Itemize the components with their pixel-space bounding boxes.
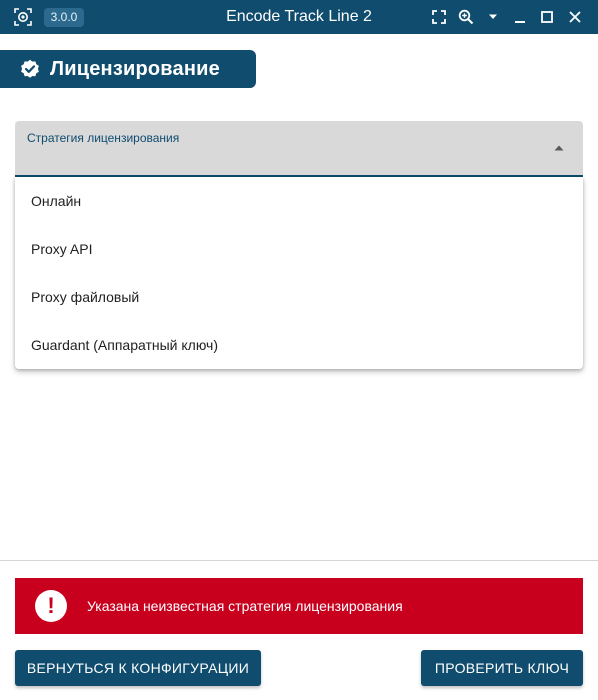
maximize-button[interactable] (534, 0, 560, 34)
check-key-button[interactable]: ПРОВЕРИТЬ КЛЮЧ (421, 650, 583, 686)
section-header: Лицензирование (0, 50, 256, 88)
licensing-strategy-label: Стратегия лицензирования (27, 131, 180, 145)
zoom-button[interactable] (453, 0, 479, 34)
app-logo-icon (14, 8, 32, 26)
error-message: Указана неизвестная стратегия лицензиров… (87, 598, 403, 614)
minimize-button[interactable] (507, 0, 533, 34)
fullscreen-button[interactable] (426, 0, 452, 34)
error-exclamation-icon: ! (35, 590, 67, 622)
maximize-icon (541, 11, 553, 23)
close-icon (569, 11, 581, 23)
caret-up-icon (554, 145, 564, 151)
back-to-configuration-button[interactable]: ВЕРНУТЬСЯ К КОНФИГУРАЦИИ (15, 650, 261, 686)
licensing-strategy-select[interactable]: Стратегия лицензирования (15, 121, 583, 177)
footer-divider (0, 560, 598, 561)
minimize-icon (515, 21, 525, 23)
licensing-strategy-menu: Онлайн Proxy API Proxy файловый Guardant… (15, 177, 583, 369)
menu-item-proxy-api[interactable]: Proxy API (15, 225, 583, 273)
fullscreen-icon (432, 10, 446, 24)
version-badge: 3.0.0 (44, 8, 84, 27)
page-title: Лицензирование (50, 57, 220, 80)
zoom-icon (458, 9, 474, 25)
close-button[interactable] (562, 0, 588, 34)
dropdown-caret-icon (489, 14, 497, 19)
menu-item-proxy-file[interactable]: Proxy файловый (15, 273, 583, 321)
menu-item-online[interactable]: Онлайн (15, 177, 583, 225)
verified-badge-icon (21, 59, 39, 78)
error-banner: ! Указана неизвестная стратегия лицензир… (15, 578, 583, 634)
zoom-options-button[interactable] (480, 0, 506, 34)
window-titlebar: 3.0.0 Encode Track Line 2 (0, 0, 598, 34)
menu-item-guardant[interactable]: Guardant (Аппаратный ключ) (15, 321, 583, 369)
